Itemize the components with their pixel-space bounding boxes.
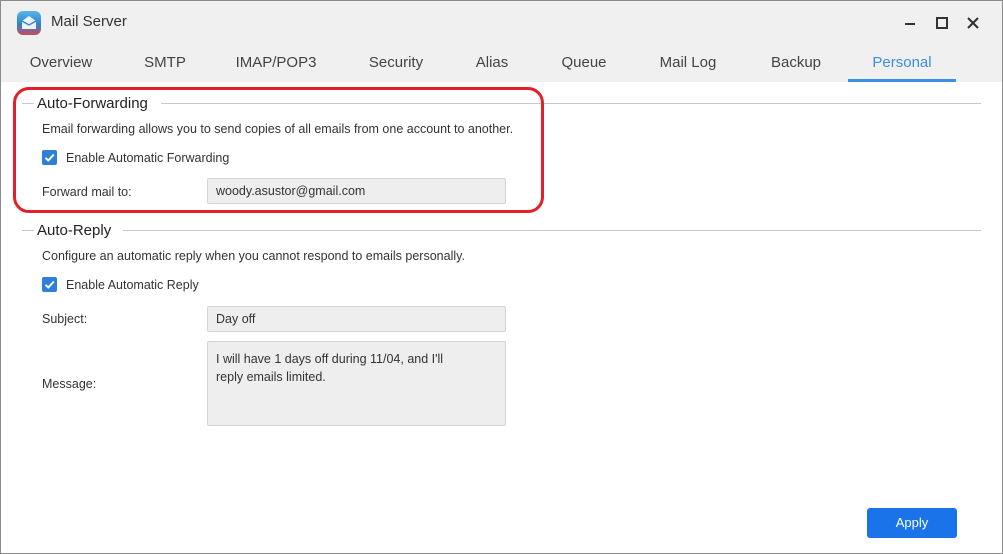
section-divider — [22, 103, 34, 104]
maximize-icon — [936, 17, 948, 29]
tab-mail-log[interactable]: Mail Log — [646, 45, 730, 82]
checkmark-icon — [44, 153, 55, 162]
tab-bar: Overview SMTP IMAP/POP3 Security Alias Q… — [1, 45, 1002, 82]
enable-reply-label: Enable Automatic Reply — [66, 278, 199, 292]
tab-queue[interactable]: Queue — [549, 45, 619, 82]
enable-forwarding-checkbox[interactable] — [42, 150, 57, 165]
section-divider — [161, 103, 981, 104]
forward-mail-to-input[interactable]: woody.asustor@gmail.com — [207, 178, 506, 204]
maximize-button[interactable] — [930, 11, 954, 35]
message-textarea[interactable]: I will have 1 days off during 11/04, and… — [207, 341, 506, 426]
tab-personal[interactable]: Personal — [848, 45, 956, 82]
title-bar: Mail Server — [1, 1, 1002, 45]
tab-smtp[interactable]: SMTP — [129, 45, 201, 82]
apply-button[interactable]: Apply — [867, 508, 957, 538]
enable-forwarding-label: Enable Automatic Forwarding — [66, 151, 230, 165]
auto-reply-description: Configure an automatic reply when you ca… — [42, 249, 465, 263]
section-divider — [123, 230, 981, 231]
tab-overview[interactable]: Overview — [15, 45, 107, 82]
message-label: Message: — [42, 377, 97, 391]
tab-backup[interactable]: Backup — [757, 45, 835, 82]
mail-server-window: Mail Server Overview SMTP IMAP/POP3 Secu… — [0, 0, 1003, 554]
subject-label: Subject: — [42, 312, 88, 326]
enable-reply-checkbox[interactable] — [42, 277, 57, 292]
minimize-icon — [905, 23, 915, 25]
close-icon — [967, 17, 979, 29]
minimize-button[interactable] — [898, 11, 922, 35]
auto-forwarding-heading: Auto-Forwarding — [37, 95, 148, 112]
checkmark-icon — [44, 280, 55, 289]
subject-input[interactable]: Day off — [207, 306, 506, 332]
tab-alias[interactable]: Alias — [461, 45, 523, 82]
mail-server-app-icon — [17, 11, 41, 35]
tab-security[interactable]: Security — [351, 45, 441, 82]
section-divider — [22, 230, 34, 231]
tab-imap-pop3[interactable]: IMAP/POP3 — [226, 45, 326, 82]
window-title: Mail Server — [51, 13, 127, 30]
forward-mail-to-label: Forward mail to: — [42, 185, 132, 199]
close-button[interactable] — [961, 11, 985, 35]
auto-forwarding-description: Email forwarding allows you to send copi… — [42, 122, 514, 136]
auto-reply-heading: Auto-Reply — [37, 222, 112, 239]
